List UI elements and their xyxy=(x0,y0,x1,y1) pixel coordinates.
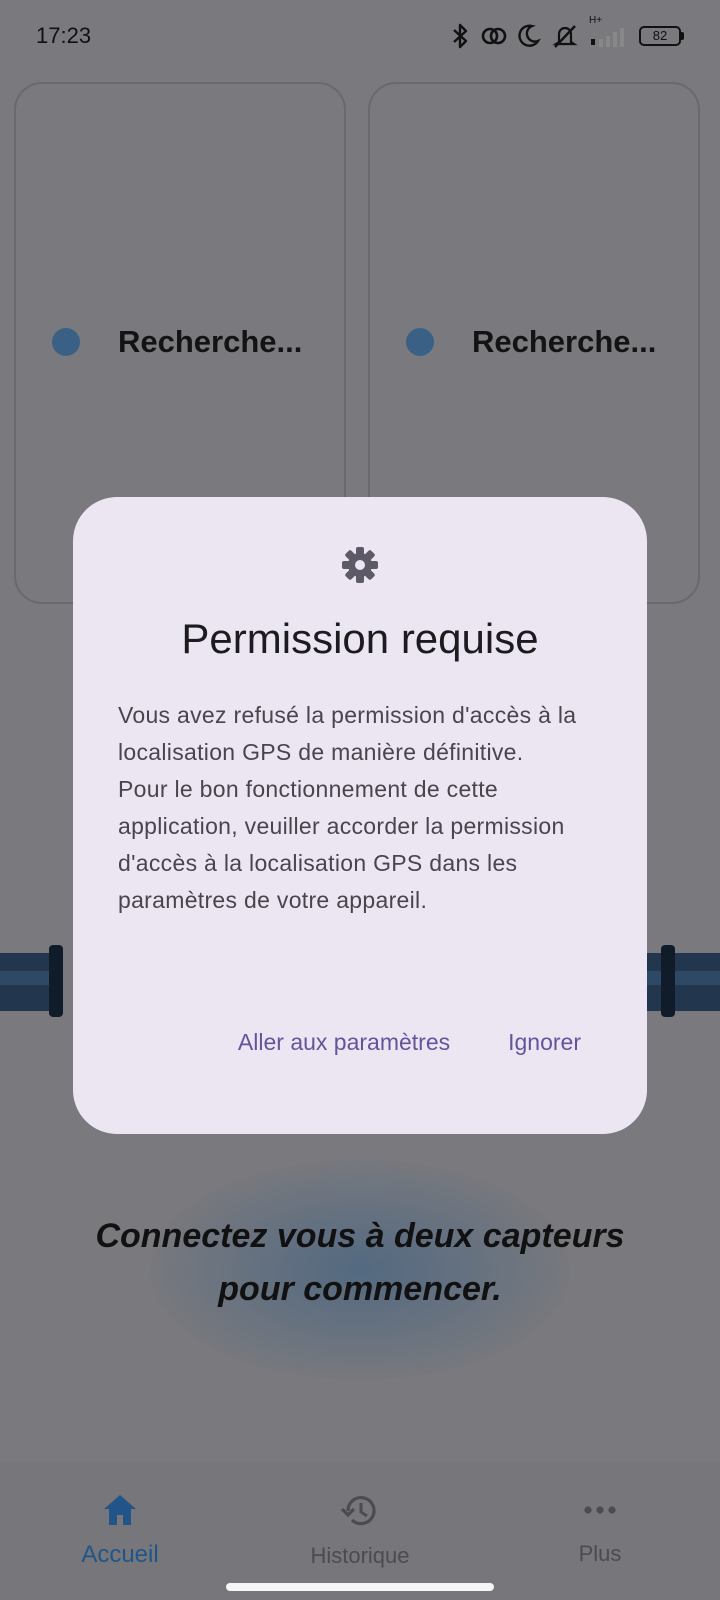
status-bar: 17:23 H+ 82 xyxy=(0,0,720,72)
status-icons: H+ 82 xyxy=(451,15,684,49)
home-indicator[interactable] xyxy=(226,1583,494,1591)
nav-item-plus[interactable]: Plus xyxy=(500,1492,700,1567)
nav-label: Historique xyxy=(310,1543,410,1568)
moon-icon xyxy=(517,23,541,49)
silent-icon xyxy=(551,23,579,49)
dialog-body: Vous avez refusé la permission d'accès à… xyxy=(118,697,618,919)
pipe-ring-left xyxy=(49,945,63,1017)
pipe-ring-right xyxy=(661,945,675,1017)
bottom-navigation: Accueil Historique Plus xyxy=(0,1462,720,1600)
dialog-title: Permission requise xyxy=(181,615,539,662)
nav-item-accueil[interactable]: Accueil xyxy=(20,1492,220,1569)
battery-level: 82 xyxy=(639,26,681,46)
signal-icon: H+ xyxy=(589,15,629,49)
status-time: 17:23 xyxy=(36,23,92,48)
permission-dialog: Permission requise Vous avez refusé la p… xyxy=(73,497,647,1134)
status-dot xyxy=(52,328,80,356)
nav-label: Plus xyxy=(578,1541,622,1566)
dialog-actions: Aller aux paramètres Ignorer xyxy=(238,1029,581,1056)
dialog-body-paragraph: Pour le bon fonctionnement de cette appl… xyxy=(118,776,565,913)
instruction-text: Connectez vous à deux capteurs pour comm… xyxy=(95,1217,625,1308)
nav-label: Accueil xyxy=(81,1541,159,1568)
dialog-body-paragraph: Vous avez refusé la permission d'accès à… xyxy=(118,702,577,765)
home-icon xyxy=(101,1492,139,1533)
history-icon xyxy=(340,1492,380,1535)
network-type-label: H+ xyxy=(589,15,603,26)
pipe-graphic-right xyxy=(646,953,720,1011)
go-to-settings-button[interactable]: Aller aux paramètres xyxy=(238,1029,450,1056)
gear-icon xyxy=(340,545,380,590)
nav-item-historique[interactable]: Historique xyxy=(260,1492,460,1569)
sensor-status-label: Recherche... xyxy=(472,324,657,359)
ignore-button[interactable]: Ignorer xyxy=(508,1029,581,1056)
more-icon xyxy=(581,1492,619,1533)
status-dot xyxy=(406,328,434,356)
sync-icon xyxy=(481,23,507,49)
sensor-status-label: Recherche... xyxy=(118,324,303,359)
battery-icon: 82 xyxy=(639,26,684,46)
bluetooth-icon xyxy=(451,23,471,49)
